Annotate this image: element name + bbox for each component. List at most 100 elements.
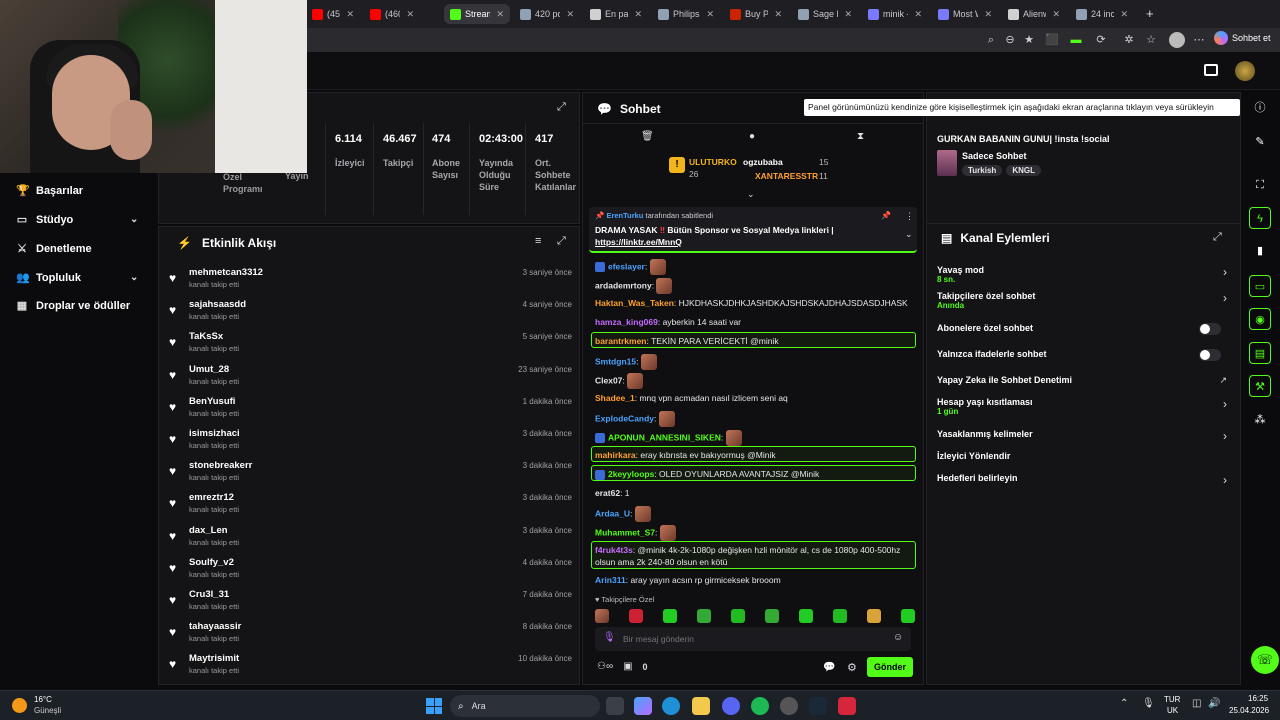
channel-action-row[interactable]: Yasaklanmış kelimeler › [937,429,1233,443]
leader-name[interactable]: ogzubaba [743,157,783,167]
channel-action-row[interactable]: Abonelere özel sohbet [937,323,1233,335]
emote-item[interactable] [697,609,711,623]
tray-chevron-icon[interactable]: ⌃ [1120,698,1128,709]
leader-name[interactable]: XANTARESSTR [755,171,818,181]
chevron-down-icon[interactable]: ⌄ [130,214,138,225]
wifi-icon[interactable]: ◫ [1192,698,1201,709]
favorites-icon[interactable]: ☆ [1143,32,1159,48]
popout-icon[interactable]: ⤢ [557,235,566,248]
browser-tab[interactable]: Philips 2 ✕ [652,4,720,24]
chevron-right-icon[interactable]: › [1223,291,1227,305]
channel-action-row[interactable]: İzleyici Yönlendir [937,451,1233,461]
emote-item[interactable] [901,609,915,623]
channel-action-row[interactable]: Hedefleri belirleyin › [937,473,1233,487]
copilot-app-icon[interactable] [634,697,652,715]
tab-close-icon[interactable]: ✕ [634,9,642,20]
feed-username[interactable]: Cru3l_31 [189,589,229,600]
chat-rail-icon[interactable]: ▭ [1249,275,1271,297]
gear-icon[interactable]: ⚙ [847,661,857,674]
feed-username[interactable]: Soulfy_v2 [189,557,234,568]
tab-close-icon[interactable]: ✕ [406,9,414,20]
channel-action-row[interactable]: Yavaş mod 8 sn. › [937,265,1233,284]
browser-tab[interactable]: Sage Ba ✕ [792,4,858,24]
sidebar-item-2[interactable]: ⚔ Denetleme [16,242,92,256]
task-view-icon[interactable] [606,697,624,715]
feed-username[interactable]: dax_Len [189,525,228,536]
category-thumbnail[interactable] [937,150,957,176]
read-aloud-icon[interactable]: ⊖ [1002,32,1018,48]
info-icon[interactable]: ⓘ [1249,97,1271,119]
chevron-right-icon[interactable]: › [1223,473,1227,487]
popout-icon[interactable]: ⤢ [1213,231,1222,244]
spotify-icon[interactable] [751,697,769,715]
feed-username[interactable]: tahayaassir [189,621,241,632]
obs-icon[interactable] [780,697,798,715]
channel-action-row[interactable]: Yalnızca ifadelerle sohbet [937,349,1233,361]
emote-item[interactable] [833,609,847,623]
broadcast-icon[interactable]: ◉ [1249,308,1271,330]
tab-close-icon[interactable]: ✕ [914,9,922,20]
chart-icon[interactable]: ↗ [1219,375,1227,386]
emoji-icon[interactable]: ☺ [893,632,903,643]
chat-username[interactable]: Clex07 [595,375,622,385]
clip-icon[interactable] [1204,64,1218,76]
copilot-button[interactable]: Sohbet et [1214,31,1271,45]
pinned-link[interactable]: https://linktr.ee/MnnQ [595,237,682,247]
chat-username[interactable]: APONUN_ANNESINI_SIKEN [608,432,721,442]
chat-username[interactable]: f4ruk4t3s [595,545,633,555]
feed-username[interactable]: BenYusufi [189,396,235,407]
volume-icon[interactable]: 🔊 [1208,698,1220,709]
chat-settings-icon[interactable]: ● [749,131,755,142]
tab-close-icon[interactable]: ✕ [706,9,714,20]
chat-username[interactable]: Ardaa_U [595,508,630,518]
emote-item[interactable] [765,609,779,623]
trash-icon[interactable]: 🗑 [641,131,654,142]
collapse-chevron-icon[interactable]: ⌄ [747,189,755,200]
browser-tab[interactable]: (456) 25 ✕ [306,4,360,24]
hourglass-icon[interactable]: ⧗ [857,131,864,142]
emote-item[interactable] [663,609,677,623]
lightning-icon[interactable]: ϟ [1249,207,1271,229]
microphone-icon[interactable]: 🎙 [603,632,616,643]
chat-username[interactable]: Smtdgn15 [595,356,636,366]
channel-points-icon[interactable]: ⚇∞ [597,661,613,672]
feed-username[interactable]: Umut_28 [189,364,229,375]
sidebar-item-0[interactable]: 🏆 Başarılar [16,184,83,198]
feed-username[interactable]: emreztr12 [189,492,234,503]
tab-close-icon[interactable]: ✕ [496,9,504,20]
layout-icon[interactable]: ▤ [1249,342,1271,364]
mic-tray-icon[interactable]: 🎙 [1142,698,1155,709]
browser-tab[interactable]: Buy Phil ✕ [724,4,788,24]
feed-username[interactable]: isimsizhaci [189,428,240,439]
sidebar-item-3[interactable]: 👥 Topluluk ⌄ [16,271,138,285]
pinned-by-user[interactable]: ErenTurku [606,211,643,220]
browser-tab[interactable]: 24 inch ✕ [1070,4,1134,24]
tab-close-icon[interactable]: ✕ [1120,9,1128,20]
feed-username[interactable]: TaKsSx [189,331,223,342]
chat-username[interactable]: mahirkara [595,450,636,460]
chat-message-input[interactable] [623,631,883,647]
tab-close-icon[interactable]: ✕ [346,9,354,20]
emote-item[interactable] [731,609,745,623]
file-explorer-icon[interactable] [692,697,710,715]
puzzle-icon[interactable]: ✲ [1121,32,1137,48]
chat-username[interactable]: Haktan_Was_Taken [595,298,674,308]
tag[interactable]: Turkish [962,165,1003,176]
tab-close-icon[interactable]: ✕ [984,9,992,20]
filter-icon[interactable]: ≡ [535,235,541,247]
steam-icon[interactable] [809,697,827,715]
browser-tab[interactable]: (460) Yo ✕ [364,4,420,24]
tab-close-icon[interactable]: ✕ [774,9,782,20]
favorite-star-icon[interactable]: ★ [1021,32,1037,48]
stream-category[interactable]: Sadece Sohbet [962,151,1027,161]
chat-username[interactable]: Muhammet_S7 [595,527,655,537]
crop-icon[interactable]: ⛶ [1249,174,1271,196]
emote-item[interactable] [799,609,813,623]
tab-close-icon[interactable]: ✕ [844,9,852,20]
dots-icon[interactable]: ⁂ [1249,409,1271,431]
support-button[interactable]: ☏ [1251,646,1279,674]
feed-username[interactable]: sajahsaasdd [189,299,246,310]
toggle-switch[interactable] [1199,349,1221,361]
refresh-icon[interactable]: ⟳ [1093,32,1109,48]
popout-icon[interactable]: ⤢ [557,101,566,114]
